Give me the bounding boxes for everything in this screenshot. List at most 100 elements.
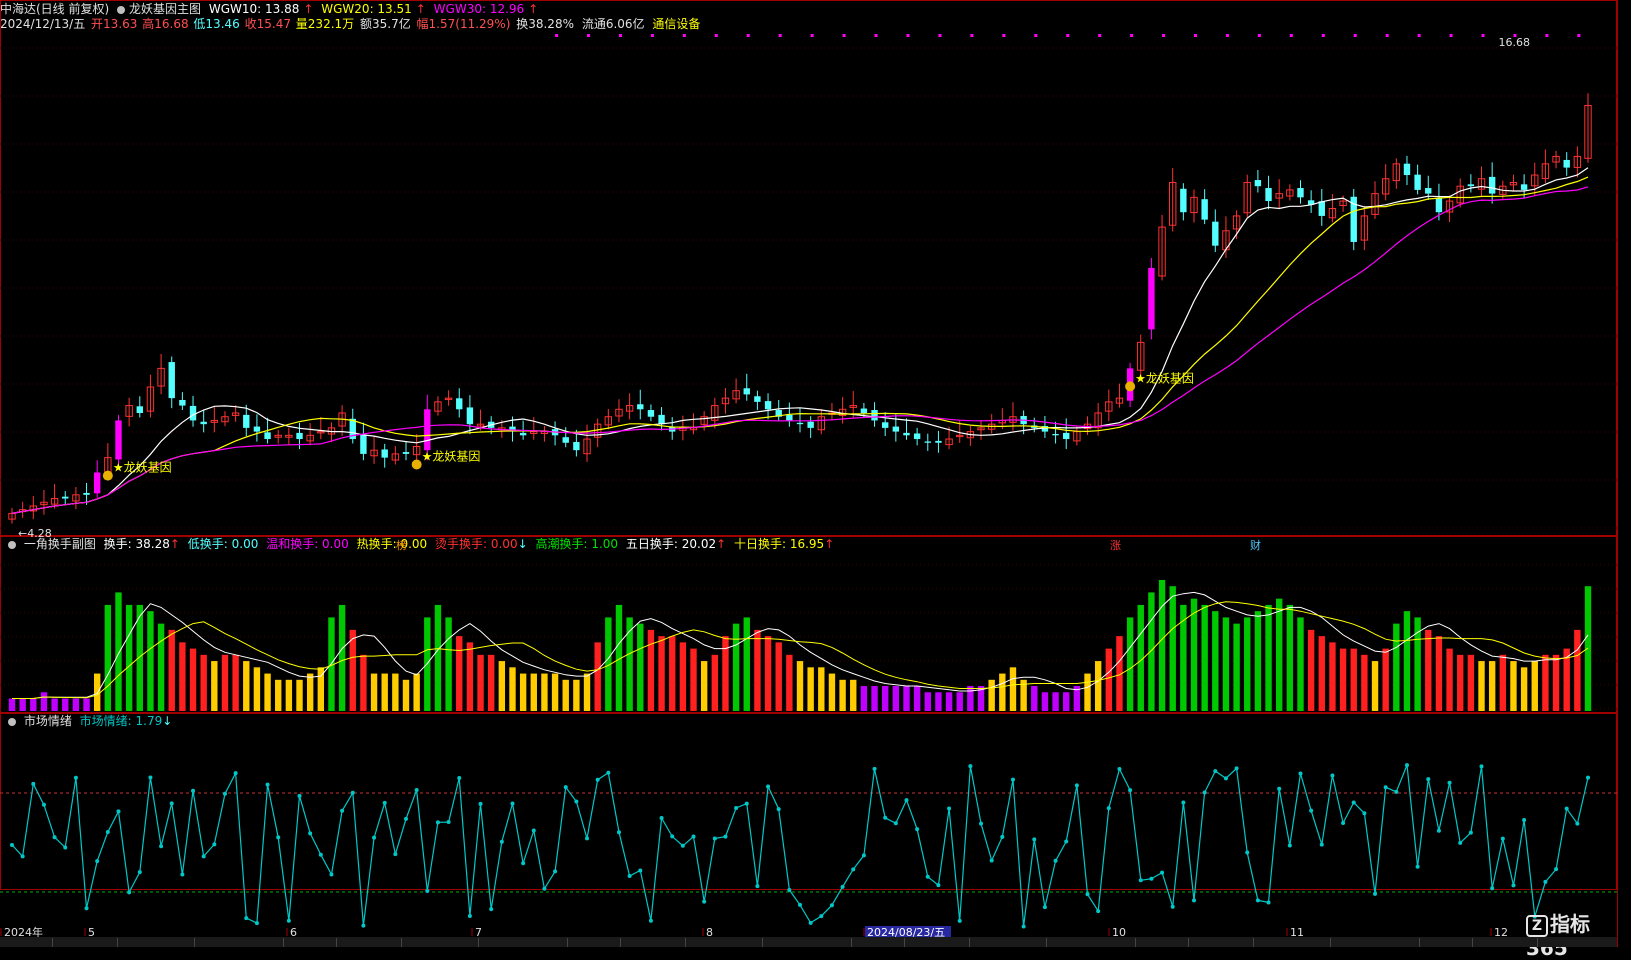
sentiment-point — [1032, 837, 1037, 842]
sentiment-point — [680, 843, 685, 848]
candle-body — [402, 452, 410, 454]
turnover-bar — [413, 673, 420, 711]
signal-dot — [842, 34, 846, 37]
bottom-tab-bar[interactable] — [0, 937, 1617, 947]
turnover-bar — [1520, 667, 1528, 711]
bottom-tab[interactable] — [195, 938, 284, 947]
sentiment-point — [212, 842, 217, 847]
sentiment-point — [521, 861, 526, 866]
turnover-bar — [456, 636, 463, 711]
turnover-bar — [147, 611, 154, 711]
bottom-tab[interactable] — [0, 938, 53, 947]
turnover-bar — [1297, 617, 1304, 711]
turnover-bar — [1467, 654, 1475, 711]
sentiment-point — [73, 775, 78, 780]
sentiment-point — [638, 868, 643, 873]
sentiment-point — [467, 913, 472, 918]
turnover-bar — [1552, 654, 1560, 711]
turnover-bar — [935, 692, 942, 711]
turnover-bar — [40, 692, 48, 711]
bottom-tab[interactable] — [402, 938, 479, 947]
turnover-bar — [381, 673, 388, 711]
candle-body — [573, 442, 580, 451]
signal-dot — [970, 34, 974, 37]
candle-body — [62, 496, 69, 499]
turnover-bar — [51, 698, 58, 711]
bottom-tab[interactable] — [1047, 938, 1136, 947]
bottom-tab[interactable] — [53, 938, 118, 947]
turnover-bar — [189, 648, 197, 711]
turnover-bar — [1233, 623, 1240, 711]
turnover-bar — [775, 642, 782, 711]
sentiment-point — [531, 828, 536, 833]
sentiment-point — [1192, 898, 1196, 903]
x-axis-label: 11 — [1290, 926, 1304, 937]
sentiment-point — [851, 867, 856, 872]
candle-body — [296, 432, 303, 440]
turnover-bar — [62, 698, 69, 711]
candle-body — [1297, 188, 1304, 198]
sentiment-point — [712, 836, 717, 841]
candle-body — [871, 410, 878, 421]
money-bag-icon — [102, 470, 113, 481]
sentiment-point — [276, 835, 281, 840]
bottom-tab[interactable] — [337, 938, 402, 947]
bottom-tab[interactable] — [284, 938, 337, 947]
sentiment-point — [840, 884, 845, 889]
candle-body — [764, 401, 772, 410]
x-axis-label: 7 — [475, 926, 482, 937]
sentiment-point — [105, 829, 110, 834]
bottom-tab[interactable] — [970, 938, 1047, 947]
bottom-tab[interactable] — [763, 938, 852, 947]
signal-dot — [1289, 34, 1293, 37]
bottom-tab[interactable] — [852, 938, 905, 947]
bottom-tab[interactable] — [905, 938, 970, 947]
signal-dot — [1481, 34, 1485, 37]
turnover-bar — [221, 654, 229, 711]
turnover-bar — [83, 698, 90, 711]
signal-dot — [1002, 34, 1006, 37]
bottom-tab[interactable] — [1136, 938, 1189, 947]
right-scrollbar[interactable] — [1617, 0, 1631, 947]
turnover-bar — [1425, 629, 1432, 711]
turnover-bar — [1158, 579, 1166, 711]
bottom-tab[interactable] — [1331, 938, 1420, 947]
chart-canvas[interactable]: ★龙妖基因 ★龙妖基因 ★龙妖基因 16.68 ←4.28 榜 涨 财 2024年 5 6 7 8 202… — [0, 0, 1617, 937]
turnover-bar — [157, 623, 165, 711]
bottom-tab[interactable] — [118, 938, 195, 947]
turnover-bar — [690, 648, 697, 711]
turnover-bar — [1499, 654, 1507, 711]
candle-body — [381, 449, 388, 458]
x-axis-label: 10 — [1112, 926, 1126, 937]
bottom-tab[interactable] — [479, 938, 568, 947]
signal-label: ★龙妖基因 — [113, 461, 172, 475]
sentiment-point — [542, 886, 547, 891]
sentiment-point — [1170, 904, 1175, 909]
bottom-tab[interactable] — [621, 938, 686, 947]
bottom-tab[interactable] — [1420, 938, 1473, 947]
turnover-bar — [1169, 586, 1176, 711]
sentiment-point — [1394, 789, 1399, 794]
turnover-bar — [828, 673, 836, 711]
candle-body — [1467, 184, 1475, 187]
sentiment-point — [499, 839, 504, 844]
turnover-bar — [30, 698, 37, 711]
turnover-bar — [562, 679, 569, 711]
turnover-bar — [466, 642, 474, 711]
turnover-bar — [1105, 648, 1113, 711]
bottom-tab[interactable] — [1189, 938, 1254, 947]
candle-body — [913, 433, 921, 440]
bottom-tab[interactable] — [1254, 938, 1331, 947]
turnover-bar — [583, 673, 591, 711]
bottom-tab[interactable] — [1473, 938, 1538, 947]
sentiment-point — [1479, 764, 1484, 769]
news-tag: 财 — [1250, 538, 1261, 552]
sentiment-line — [11, 764, 1589, 927]
sentiment-point — [1074, 783, 1079, 788]
bottom-tab[interactable] — [686, 938, 763, 947]
sentiment-point — [659, 815, 664, 820]
signal-dot — [650, 34, 654, 37]
sentiment-point — [435, 820, 440, 825]
turnover-bar — [881, 686, 889, 711]
bottom-tab[interactable] — [568, 938, 621, 947]
